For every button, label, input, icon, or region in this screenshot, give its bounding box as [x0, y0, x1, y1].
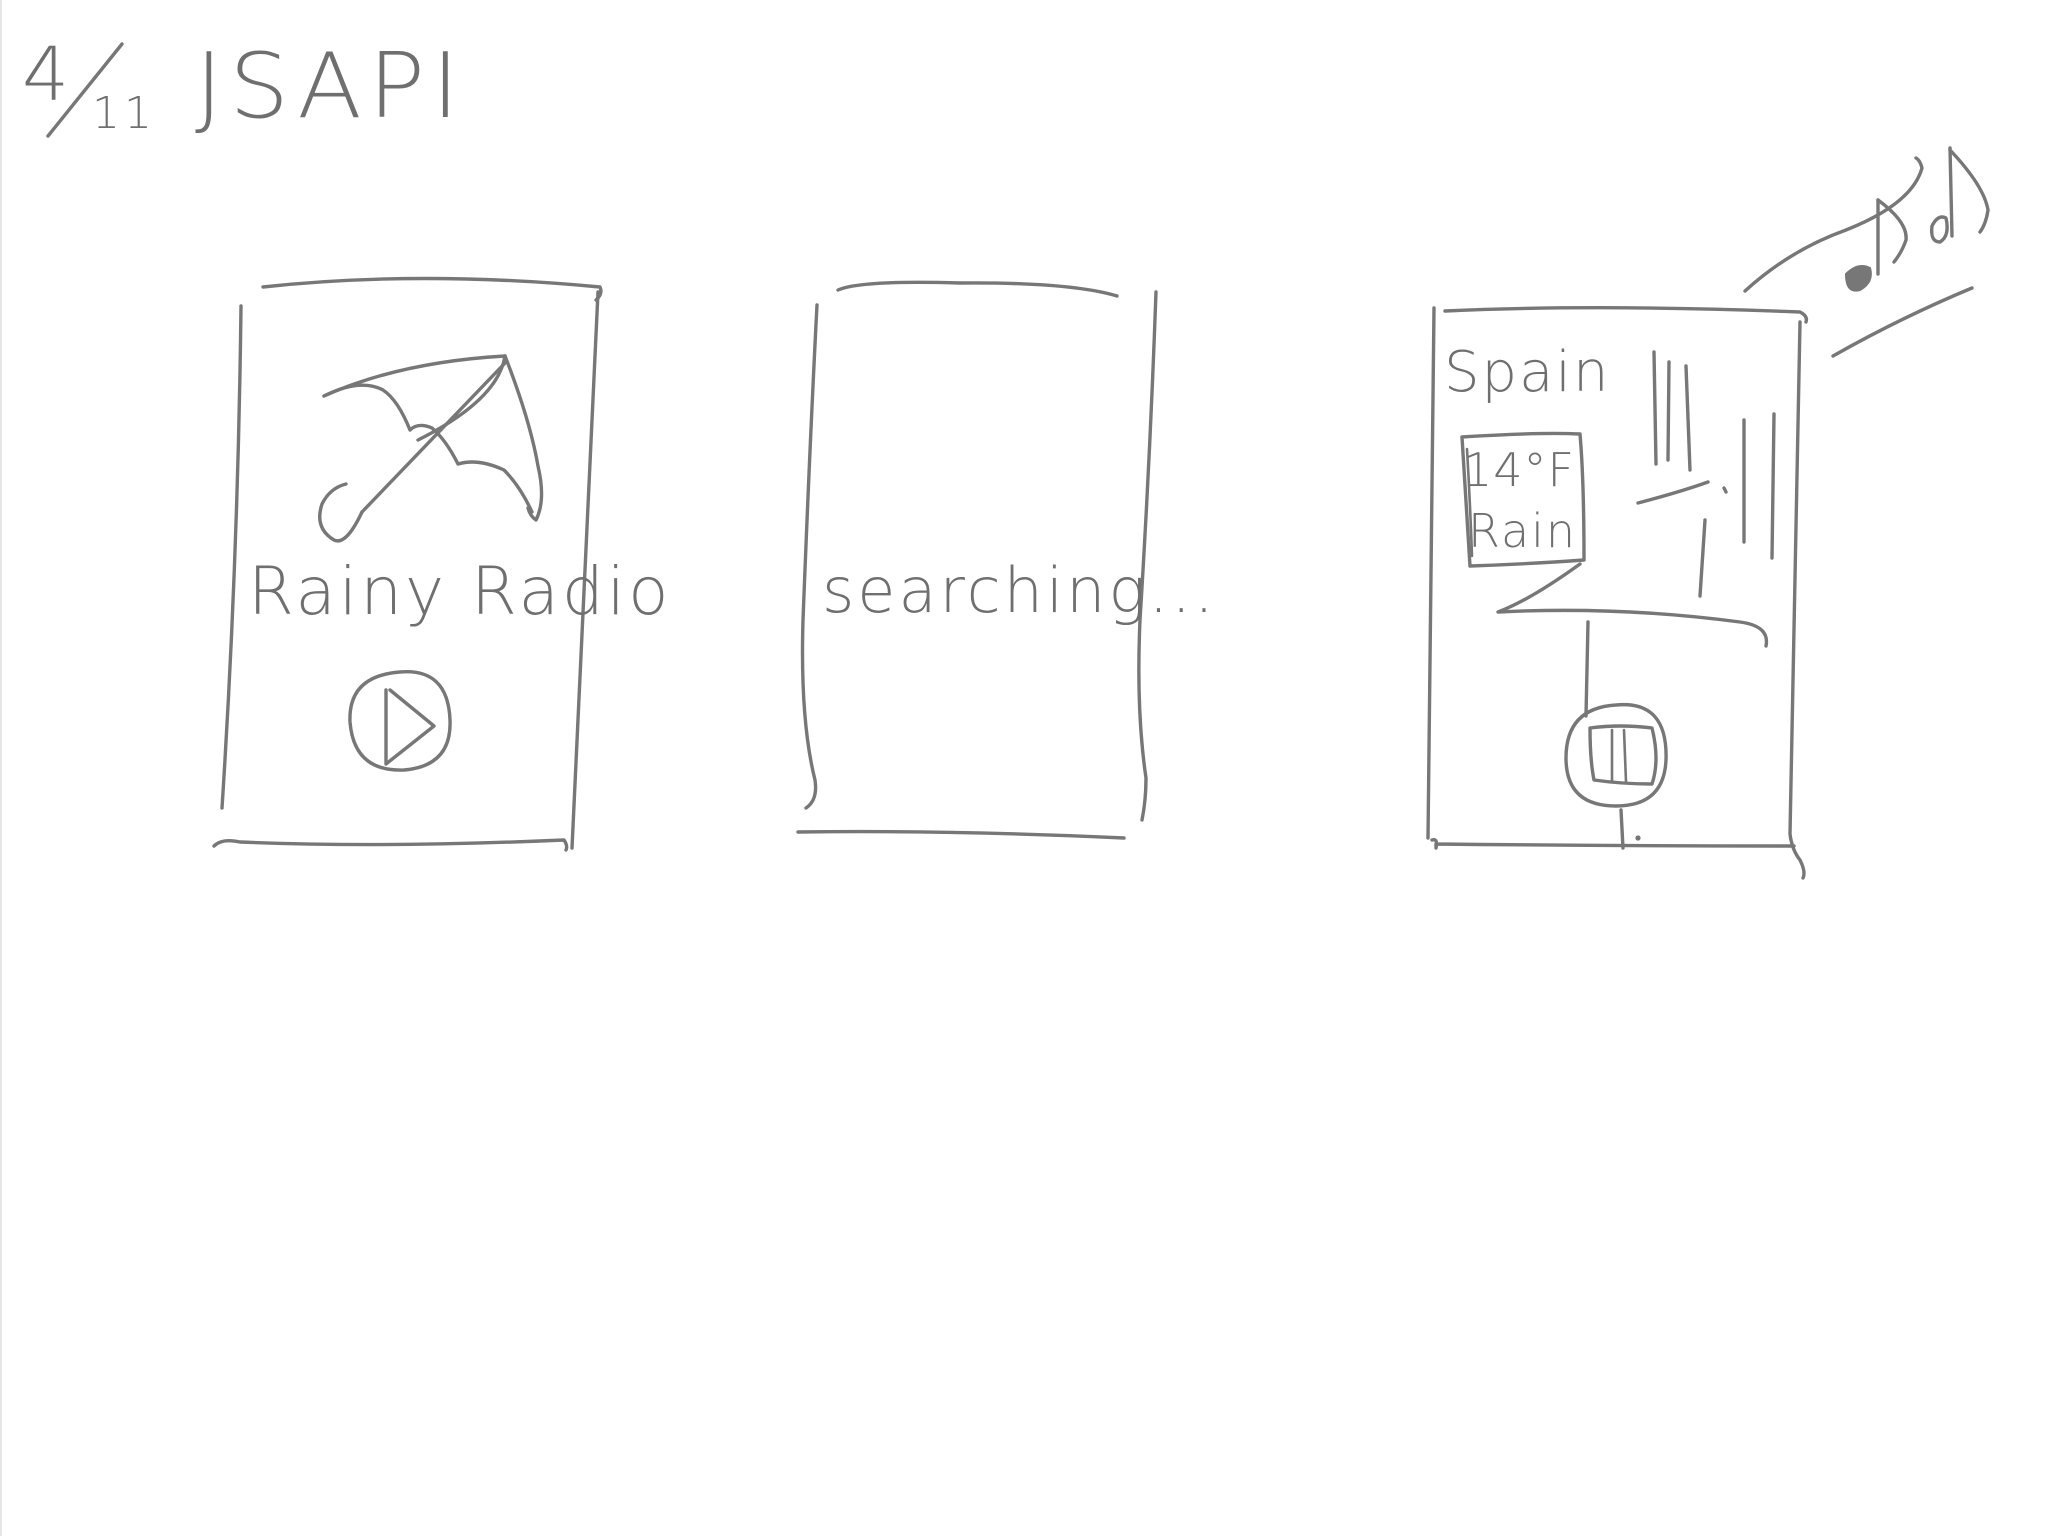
weather-condition: Rain: [1468, 504, 1578, 558]
pole-line: [1584, 620, 1590, 718]
music-notes-icon: [1743, 146, 1990, 358]
umbrella-icon: [318, 354, 544, 543]
play-icon: [384, 688, 436, 766]
location-label: Spain: [1444, 340, 1611, 405]
sketch-drawing: [46, 42, 1990, 880]
app-title: Rainy Radio: [248, 553, 672, 630]
road-line: [1496, 562, 1769, 648]
pause-icon: [1588, 724, 1658, 786]
loading-status: searching...: [822, 554, 1217, 627]
temperature-value: 14°F: [1463, 443, 1575, 497]
play-button[interactable]: [348, 670, 452, 772]
pause-button[interactable]: [1564, 702, 1668, 850]
sketch-canvas: 4 11 JSAPI Rainy Radio searching... Spai…: [0, 0, 2048, 1536]
rain-lines: [1636, 350, 1776, 598]
date-slash: [46, 42, 124, 138]
